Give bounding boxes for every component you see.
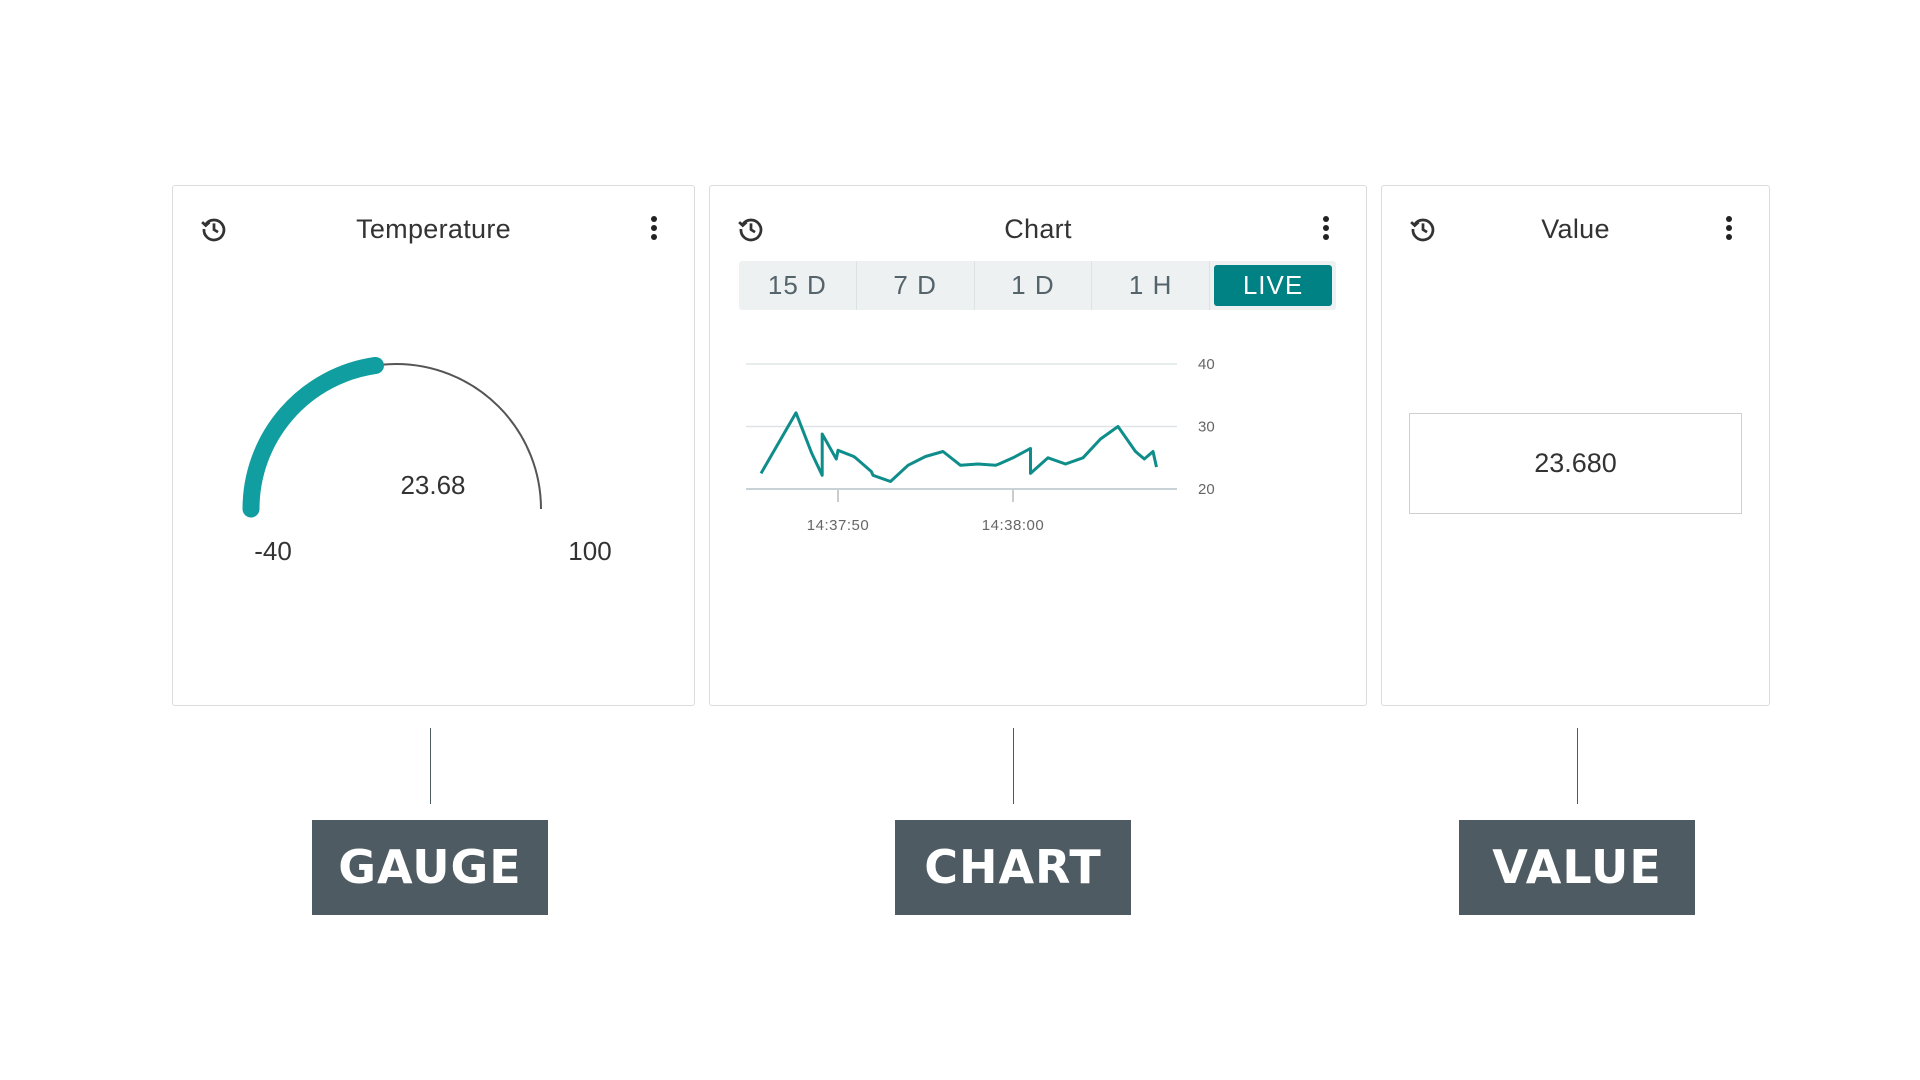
chart-x-tick-label: 14:38:00 <box>982 517 1044 534</box>
chart-x-tick-label: 14:37:50 <box>807 517 869 534</box>
gauge-value-text: 23.68 <box>400 470 465 500</box>
more-vert-icon[interactable] <box>648 214 660 244</box>
gauge-connector-line <box>430 728 431 804</box>
value-label: VALUE <box>1459 820 1695 915</box>
chart-label: CHART <box>895 820 1131 915</box>
chart-y-tick-label: 40 <box>1198 356 1215 373</box>
gauge-value-arc <box>242 356 384 518</box>
value-card-header: Value <box>1382 208 1769 248</box>
value-widget-card: Value 23.680 <box>1381 185 1770 706</box>
gauge-max-label: 100 <box>568 536 611 566</box>
chart-widget-card: Chart 15 D 7 D 1 D 1 H LIVE 20 30 40 14:37… <box>709 185 1367 706</box>
gauge-min-label: -40 <box>254 536 292 566</box>
gauge-label: GAUGE <box>312 820 548 915</box>
value-title: Value <box>1541 214 1610 244</box>
gauge-title: Temperature <box>356 214 511 244</box>
chart-series-line <box>759 411 1158 483</box>
line-chart: 20 30 40 14:37:50 14:38:00 <box>746 356 1215 534</box>
value-display: 23.680 <box>1409 413 1742 514</box>
gauge-card-header: Temperature <box>173 208 694 248</box>
chart-y-tick-label: 20 <box>1198 481 1215 498</box>
gauge-track <box>250 363 542 510</box>
gauge: 23.68 -40 100 <box>242 356 612 566</box>
value-connector-line <box>1577 728 1578 804</box>
more-vert-icon[interactable] <box>1723 214 1735 244</box>
chart-y-tick-label: 30 <box>1198 419 1215 436</box>
chart-connector-line <box>1013 728 1014 804</box>
gauge-widget-card: 23.68 -40 100 Temperature <box>172 185 695 706</box>
